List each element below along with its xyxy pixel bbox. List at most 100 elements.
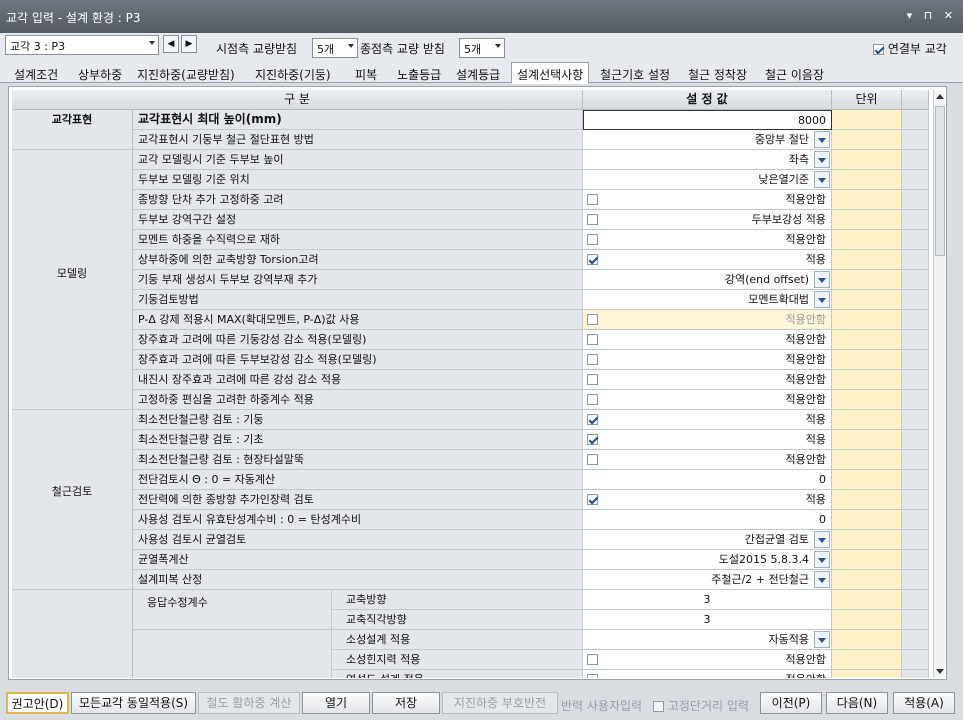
scroll-up-arrow-icon[interactable] <box>934 90 945 104</box>
seismic-sign-button[interactable]: 지진하중 부호반전 <box>442 692 558 714</box>
prev-pier-button[interactable]: ◀ <box>163 35 179 53</box>
apply-button[interactable]: 적용(A) <box>893 692 955 714</box>
setting-value[interactable]: 적용안함 <box>583 370 832 390</box>
setting-subname-text: 교축방향 <box>346 593 387 606</box>
setting-checkbox[interactable] <box>587 234 598 245</box>
dropdown-arrow-icon[interactable] <box>814 531 830 548</box>
setting-checkbox[interactable] <box>587 374 598 385</box>
dropdown-arrow-icon[interactable] <box>814 571 830 588</box>
setting-value[interactable]: 낮은열기준 <box>583 170 832 190</box>
dropdown-arrow-icon[interactable] <box>814 171 830 188</box>
setting-value[interactable]: 자동적용 <box>583 630 832 650</box>
setting-value[interactable]: 모멘트확대법 <box>583 290 832 310</box>
dropdown-arrow-icon[interactable] <box>814 631 830 648</box>
setting-value-text: 3 <box>703 613 711 626</box>
setting-value[interactable]: 좌측 <box>583 150 832 170</box>
start-bearing-select[interactable]: 5개 <box>312 38 358 58</box>
row-filler <box>902 530 929 550</box>
tab-design-conditions[interactable]: 설계조건 <box>14 64 58 83</box>
setting-checkbox[interactable] <box>587 354 598 365</box>
setting-value[interactable]: 도설2015 5.8.3.4 <box>583 550 832 570</box>
row-filler <box>902 210 929 230</box>
open-button[interactable]: 열기 <box>302 692 370 714</box>
save-button[interactable]: 저장 <box>372 692 440 714</box>
setting-value[interactable]: 적용안함 <box>583 390 832 410</box>
unit-cell <box>832 650 902 670</box>
tab-exposure[interactable]: 노출등급 <box>397 64 441 83</box>
setting-value[interactable]: 주철근/2 + 전단철근 <box>583 570 832 590</box>
next-pier-button[interactable]: ▶ <box>181 35 197 53</box>
recommend-button[interactable]: 권고안(D) <box>6 692 69 714</box>
fixed-distance-toggle[interactable]: 고정단거리 입력 <box>653 697 749 714</box>
setting-checkbox[interactable] <box>587 434 598 445</box>
setting-checkbox[interactable] <box>587 334 598 345</box>
row-filler <box>902 170 929 190</box>
tab-superstructure-load[interactable]: 상부하중 <box>78 64 122 83</box>
setting-value[interactable]: 3 <box>583 590 832 610</box>
setting-value[interactable]: 적용안함 <box>583 650 832 670</box>
dropdown-arrow-icon[interactable] <box>814 271 830 288</box>
setting-value[interactable]: 적용안함 <box>583 310 832 330</box>
setting-checkbox[interactable] <box>587 654 598 665</box>
rail-liveload-button[interactable]: 철도 활하중 계산 <box>198 692 300 714</box>
tab-cover[interactable]: 피복 <box>355 64 377 83</box>
setting-value[interactable]: 중앙부 절단 <box>583 130 832 150</box>
group-pier-display: 교각표현 <box>12 110 133 150</box>
setting-value[interactable]: 적용안함 <box>583 670 832 678</box>
dropdown-arrow-icon[interactable] <box>814 551 830 568</box>
setting-name: 두부보 강역구간 설정 <box>133 210 583 230</box>
setting-value[interactable]: 적용안함 <box>583 230 832 250</box>
setting-value[interactable]: 적용 <box>583 410 832 430</box>
window-controls[interactable]: ▾ ⊓ ✕ <box>907 9 957 22</box>
setting-name: 교각 모델링시 기준 두부보 높이 <box>133 150 583 170</box>
setting-checkbox[interactable] <box>587 414 598 425</box>
tab-bar: 설계조건 상부하중 지진하중(교량받침) 지진하중(기둥) 피복 노출등급 설계… <box>0 61 963 84</box>
vertical-scrollbar[interactable] <box>933 90 945 678</box>
dropdown-arrow-icon[interactable] <box>814 291 830 308</box>
setting-value[interactable]: 적용 <box>583 490 832 510</box>
setting-value[interactable]: 적용안함 <box>583 450 832 470</box>
fixed-distance-checkbox[interactable] <box>653 701 664 712</box>
unit-cell <box>832 110 902 130</box>
setting-value[interactable]: 8000 <box>583 110 832 130</box>
dropdown-arrow-icon[interactable] <box>814 151 830 168</box>
tab-seismic-column[interactable]: 지진하중(기둥) <box>255 64 331 83</box>
setting-checkbox[interactable] <box>587 394 598 405</box>
tab-seismic-bearing[interactable]: 지진하중(교량받침) <box>137 64 235 83</box>
setting-checkbox[interactable] <box>587 454 598 465</box>
tab-design-grade[interactable]: 설계등급 <box>456 64 500 83</box>
setting-value[interactable]: 적용 <box>583 430 832 450</box>
setting-value[interactable]: 두부보강성 적용 <box>583 210 832 230</box>
setting-value[interactable]: 간접균열 검토 <box>583 530 832 550</box>
dropdown-arrow-icon[interactable] <box>814 131 830 148</box>
scroll-thumb[interactable] <box>935 106 945 256</box>
setting-value[interactable]: 적용안함 <box>583 190 832 210</box>
setting-checkbox[interactable] <box>587 194 598 205</box>
setting-value[interactable]: 강역(end offset) <box>583 270 832 290</box>
setting-checkbox[interactable] <box>587 674 598 678</box>
setting-name-text: 최소전단철근량 검토 : 기둥 <box>138 413 264 426</box>
tab-design-options[interactable]: 설계선택사항 <box>511 62 590 84</box>
setting-value[interactable]: 0 <box>583 470 832 490</box>
end-bearing-select[interactable]: 5개 <box>459 38 505 58</box>
tab-rebar-anchorage[interactable]: 철근 정착장 <box>688 64 747 83</box>
setting-checkbox[interactable] <box>587 254 598 265</box>
scroll-down-arrow-icon[interactable] <box>934 664 945 678</box>
setting-value[interactable]: 0 <box>583 510 832 530</box>
connected-pier-checkbox[interactable] <box>873 44 884 55</box>
setting-value[interactable]: 적용 <box>583 250 832 270</box>
next-button[interactable]: 다음(N) <box>826 692 888 714</box>
pier-select[interactable]: 교각 3 : P3 <box>5 35 159 55</box>
prev-button[interactable]: 이전(P) <box>760 692 822 714</box>
tab-rebar-splice[interactable]: 철근 이음장 <box>765 64 824 83</box>
setting-checkbox[interactable] <box>587 494 598 505</box>
setting-value[interactable]: 적용안함 <box>583 350 832 370</box>
setting-value[interactable]: 적용안함 <box>583 330 832 350</box>
apply-all-button[interactable]: 모든교각 동일적용(S) <box>71 692 196 714</box>
tab-rebar-symbol[interactable]: 철근기호 설정 <box>600 64 670 83</box>
row-filler <box>902 110 929 130</box>
connected-pier-toggle[interactable]: 연결부 교각 <box>873 40 947 57</box>
setting-value[interactable]: 3 <box>583 610 832 630</box>
setting-checkbox[interactable] <box>587 314 598 325</box>
setting-checkbox[interactable] <box>587 214 598 225</box>
